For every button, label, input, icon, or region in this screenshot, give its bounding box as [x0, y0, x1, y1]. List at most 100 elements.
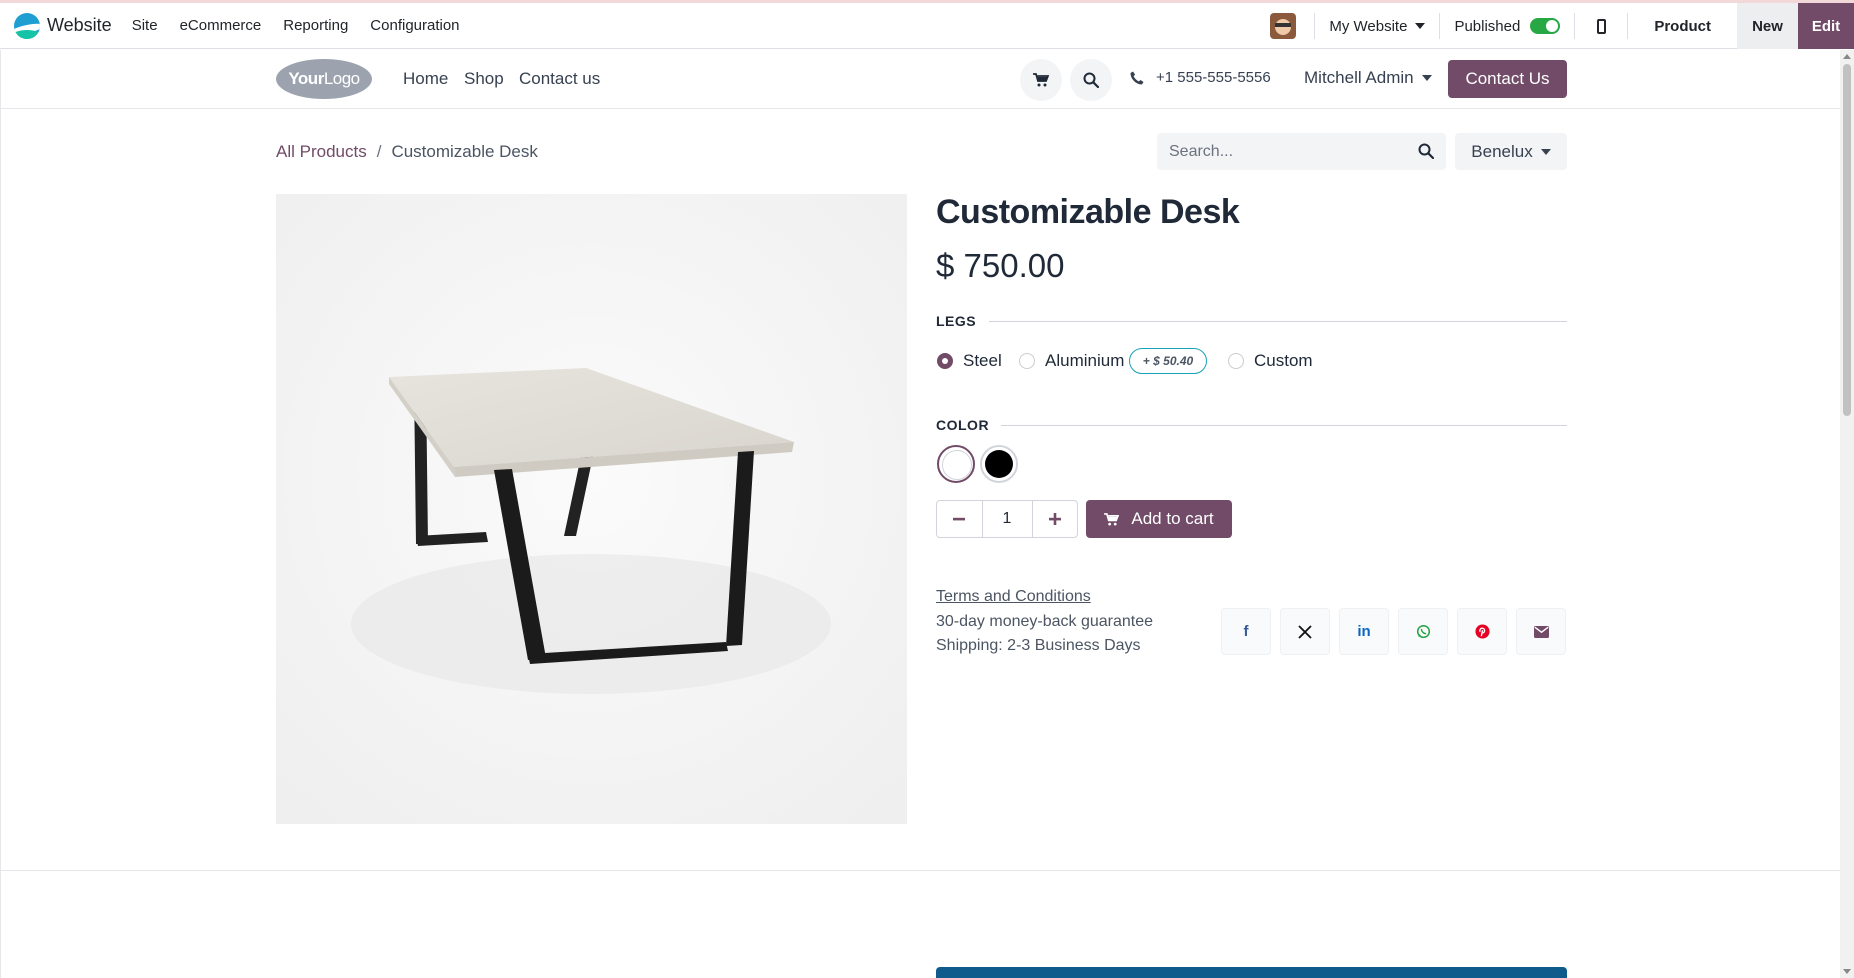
admin-right-tools: My Website Published Product New Edit: [1270, 3, 1854, 49]
legs-option-custom[interactable]: Custom: [1228, 351, 1313, 371]
page-scrollbar[interactable]: [1840, 50, 1854, 978]
add-to-cart-label: Add to cart: [1131, 509, 1214, 528]
price-extra-badge: + $ 50.40: [1129, 348, 1207, 374]
quantity-input[interactable]: [981, 501, 1033, 537]
terms-link[interactable]: Terms and Conditions: [936, 588, 1091, 606]
menu-configuration[interactable]: Configuration: [370, 17, 459, 34]
quantity-stepper: [936, 500, 1078, 538]
breadcrumb: All Products / Customizable Desk: [276, 142, 538, 162]
product-image[interactable]: [276, 194, 907, 824]
radio-button[interactable]: [1019, 353, 1035, 369]
attribute-divider: [1001, 425, 1567, 426]
legs-option-label: Aluminium: [1045, 351, 1125, 370]
nav-contact-us[interactable]: Contact us: [519, 69, 600, 89]
menu-site[interactable]: Site: [132, 17, 158, 34]
pricelist-dropdown[interactable]: Benelux: [1455, 133, 1567, 170]
user-dropdown[interactable]: Mitchell Admin: [1304, 68, 1432, 88]
site-header: Your Logo Home Shop Contact us +1 555-555…: [0, 50, 1854, 109]
pricelist-label: Benelux: [1471, 141, 1533, 161]
published-label: Published: [1454, 17, 1521, 35]
chevron-down-icon: [1415, 23, 1426, 29]
scroll-thumb[interactable]: [1843, 64, 1851, 416]
share-email-button[interactable]: [1516, 608, 1566, 655]
admin-navbar: Website Site eCommerce Reporting Configu…: [0, 3, 1854, 49]
pinterest-icon: [1474, 624, 1490, 639]
edit-button[interactable]: Edit: [1798, 3, 1854, 49]
share-pinterest-button[interactable]: [1457, 608, 1507, 655]
attribute-divider: [989, 321, 1567, 322]
search-input[interactable]: [1157, 133, 1397, 170]
whatsapp-icon: [1416, 624, 1430, 639]
nav-home[interactable]: Home: [403, 69, 448, 89]
color-swatch-black[interactable]: [980, 445, 1018, 483]
share-whatsapp-button[interactable]: [1398, 608, 1448, 655]
website-app-icon: [14, 12, 40, 39]
menu-reporting[interactable]: Reporting: [283, 17, 348, 34]
cart-icon: [1104, 512, 1120, 526]
mobile-preview-button[interactable]: [1575, 3, 1627, 49]
user-name: Mitchell Admin: [1304, 68, 1414, 87]
facebook-icon: f: [1243, 623, 1249, 640]
linkedin-icon: in: [1357, 623, 1371, 640]
add-to-cart-button[interactable]: Add to cart: [1086, 500, 1232, 538]
chevron-down-icon: [1540, 148, 1551, 155]
share-x-button[interactable]: [1280, 608, 1330, 655]
plus-icon: [1048, 513, 1061, 525]
attribute-label-legs: LEGS: [936, 313, 977, 329]
chevron-down-icon: [1421, 75, 1432, 81]
page-left-border: [0, 50, 1, 978]
nav-shop[interactable]: Shop: [464, 69, 504, 89]
radio-button[interactable]: [937, 353, 953, 369]
search-icon: [1083, 72, 1099, 88]
menu-ecommerce[interactable]: eCommerce: [180, 17, 262, 34]
website-switcher-label: My Website: [1329, 17, 1408, 35]
new-button[interactable]: New: [1737, 3, 1798, 49]
logo-text-thin: Logo: [323, 69, 360, 88]
logo-text-bold: Your: [288, 69, 324, 88]
product-title: Customizable Desk: [936, 193, 1240, 231]
guarantee-text: 30-day money-back guarantee: [936, 613, 1154, 630]
published-toggle[interactable]: [1530, 18, 1561, 34]
product-price: $ 750.00: [936, 247, 1065, 284]
search-toggle-button[interactable]: [1070, 59, 1112, 101]
scroll-down-icon[interactable]: [1843, 969, 1851, 974]
app-brand[interactable]: Website: [14, 12, 112, 39]
minus-icon: [953, 517, 966, 521]
user-avatar[interactable]: [1270, 13, 1297, 39]
legs-option-aluminium[interactable]: Aluminium: [1019, 351, 1124, 371]
breadcrumb-current: Customizable Desk: [391, 142, 538, 161]
publish-toggle-group: Published: [1440, 18, 1574, 35]
scroll-up-icon[interactable]: [1843, 54, 1851, 59]
contact-us-button[interactable]: Contact Us: [1448, 60, 1567, 98]
phone-number: +1 555-555-5556: [1156, 69, 1271, 86]
desk-illustration: [276, 194, 907, 824]
next-section-banner: [936, 967, 1567, 978]
share-linkedin-button[interactable]: in: [1339, 608, 1389, 655]
shipping-text: Shipping: 2-3 Business Days: [936, 637, 1141, 654]
email-icon: [1533, 625, 1549, 638]
phone-contact[interactable]: +1 555-555-5556: [1130, 69, 1271, 86]
phone-icon: [1130, 71, 1144, 84]
color-swatch-white[interactable]: [937, 445, 975, 483]
legs-option-steel[interactable]: Steel: [937, 351, 1002, 371]
section-divider: [0, 870, 1840, 871]
breadcrumb-separator: /: [376, 142, 382, 161]
cart-button[interactable]: [1020, 59, 1062, 101]
website-switcher[interactable]: My Website: [1315, 18, 1439, 35]
share-facebook-button[interactable]: f: [1221, 608, 1271, 655]
product-button[interactable]: Product: [1628, 3, 1737, 49]
site-logo[interactable]: Your Logo: [276, 59, 372, 99]
search-icon[interactable]: [1418, 143, 1434, 159]
mobile-icon: [1596, 18, 1606, 34]
radio-button[interactable]: [1228, 353, 1244, 369]
app-name: Website: [47, 15, 112, 35]
legs-option-label: Steel: [963, 351, 1002, 370]
increase-quantity-button[interactable]: [1033, 501, 1078, 537]
product-search: [1157, 133, 1446, 170]
legs-option-label: Custom: [1254, 351, 1313, 370]
decrease-quantity-button[interactable]: [937, 501, 982, 537]
attribute-label-color: COLOR: [936, 417, 990, 433]
breadcrumb-all-products[interactable]: All Products: [276, 142, 367, 162]
x-icon: [1298, 624, 1312, 639]
cart-icon: [1033, 73, 1049, 87]
